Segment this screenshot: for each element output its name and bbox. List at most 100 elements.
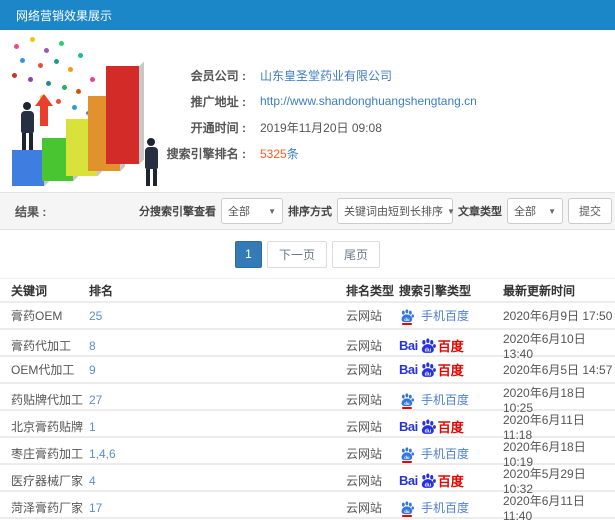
engine-cell: du 手机百度: [399, 391, 503, 409]
baidu-paw-icon: du: [419, 361, 437, 379]
rank-type-cell: 云网站: [346, 420, 383, 434]
rank-cell[interactable]: 4: [89, 474, 346, 488]
engine-view-label: 分搜索引擎查看: [139, 206, 216, 218]
header-updated: 最新更新时间: [503, 283, 576, 298]
baidu-mobile-paw-icon: du: [399, 308, 415, 325]
article-type-label: 文章类型: [458, 206, 502, 218]
svg-text:du: du: [404, 508, 410, 513]
engine-cell: Bai du 百度: [399, 360, 503, 379]
header-keyword: 关键词: [11, 283, 48, 298]
rank-type-cell: 云网站: [346, 363, 383, 377]
baidu-mobile-label: 手机百度: [421, 393, 470, 407]
promo-url-row: 推广地址 : http://www.shandonghuangshengtang…: [128, 88, 477, 114]
svg-text:du: du: [404, 454, 410, 459]
chevron-down-icon: ▼: [268, 206, 276, 216]
sort-label: 排序方式: [288, 206, 332, 218]
rank-type-cell: 云网站: [346, 474, 383, 488]
table-header-row: 关键词 排名 排名类型 搜索引擎类型 最新更新时间: [0, 279, 615, 303]
filter-bar: 结果 : 分搜索引擎查看 全部 ▼ 排序方式 关键词由短到长排序 ▼ 文章类型 …: [0, 192, 615, 230]
page-current[interactable]: 1: [234, 240, 262, 268]
rank-cell[interactable]: 9: [89, 363, 346, 377]
header-engine: 搜索引擎类型: [399, 283, 472, 298]
member-company-link[interactable]: 山东皇圣堂药业有限公司: [260, 67, 392, 84]
sort-select[interactable]: 关键词由短到长排序 ▼: [337, 198, 455, 224]
page-next-button[interactable]: 下一页: [266, 240, 327, 268]
table-body: 膏药OEM 25 云网站 du 手机百度 2020年6月9日 17:50 膏药代…: [0, 303, 615, 520]
keyword-cell: 菏泽膏药厂家: [11, 501, 84, 515]
ranking-count-row: 搜索引擎排名 : 5325条: [128, 140, 477, 166]
table-row: 北京膏药贴牌 1 云网站 Bai du 百度 2020年6月11日 11:18: [0, 411, 615, 442]
keyword-cell: 膏药OEM: [11, 309, 63, 323]
engine-cell: du 手机百度: [399, 307, 503, 325]
baidu-mobile-red-bar: [402, 322, 412, 325]
rank-cell[interactable]: 8: [89, 339, 346, 353]
svg-text:du: du: [404, 400, 410, 405]
updated-time-cell: 2020年6月11日 11:40: [503, 494, 585, 520]
baidu-mobile-badge: du 手机百度: [399, 391, 470, 409]
rank-cell[interactable]: 1: [89, 420, 346, 434]
illustration-bar-blue: [12, 150, 44, 186]
table-row: 医疗器械厂家 4 云网站 Bai du 百度 2020年5月29日 10:32: [0, 465, 615, 496]
svg-text:du: du: [424, 428, 430, 434]
keyword-cell: 北京膏药贴牌: [11, 420, 84, 434]
promo-url-label: 推广地址 :: [190, 94, 246, 109]
baidu-pc-logo: Bai du 百度: [399, 360, 464, 379]
baidu-logo-bai-text: Bai: [399, 362, 418, 377]
svg-text:du: du: [424, 371, 430, 377]
svg-text:du: du: [424, 347, 430, 353]
baidu-logo-bai-text: Bai: [399, 338, 418, 353]
engine-cell: du 手机百度: [399, 499, 503, 517]
baidu-pc-logo: Bai du 百度: [399, 417, 464, 436]
sort-selected: 关键词由短到长排序: [344, 206, 443, 218]
header-rank: 排名: [89, 283, 114, 298]
businessman-figure-left: [18, 102, 36, 150]
baidu-logo-cn-text: 百度: [437, 474, 464, 489]
rank-cell[interactable]: 17: [89, 501, 346, 515]
promo-url-link[interactable]: http://www.shandonghuangshengtang.cn: [260, 94, 477, 108]
baidu-mobile-badge: du 手机百度: [399, 445, 470, 463]
rank-type-cell: 云网站: [346, 447, 383, 461]
submit-button[interactable]: 提交: [568, 198, 612, 224]
engine-view-selected: 全部: [228, 206, 250, 218]
chevron-down-icon: ▼: [548, 206, 556, 216]
rank-cell[interactable]: 1,4,6: [89, 447, 346, 461]
baidu-mobile-label: 手机百度: [421, 501, 470, 515]
pagination: 1 下一页 尾页: [0, 230, 615, 278]
baidu-mobile-badge: du 手机百度: [399, 307, 470, 325]
baidu-mobile-red-bar: [402, 460, 412, 463]
keyword-cell: 医疗器械厂家: [11, 474, 84, 488]
article-type-select[interactable]: 全部 ▼: [507, 198, 563, 224]
keyword-cell: 药贴牌代加工: [11, 393, 84, 407]
baidu-mobile-label: 手机百度: [421, 447, 470, 461]
result-label: 结果 :: [15, 204, 47, 219]
keyword-cell: 膏药代加工: [11, 339, 72, 353]
baidu-mobile-paw-icon: du: [399, 500, 415, 517]
baidu-mobile-paw-icon: du: [399, 392, 415, 409]
header-rank-type: 排名类型: [346, 283, 395, 298]
svg-text:du: du: [404, 316, 410, 321]
rank-cell[interactable]: 25: [89, 309, 346, 323]
member-summary-section: 会员公司 : 山东皇圣堂药业有限公司 推广地址 : http://www.sha…: [0, 30, 615, 192]
filter-controls: 分搜索引擎查看 全部 ▼ 排序方式 关键词由短到长排序 ▼ 文章类型 全部 ▼ …: [139, 198, 612, 224]
page-title: 网络营销效果展示: [16, 8, 113, 23]
baidu-paw-icon: du: [419, 418, 437, 436]
rank-cell[interactable]: 27: [89, 393, 346, 407]
article-type-selected: 全部: [514, 206, 536, 218]
engine-cell: Bai du 百度: [399, 471, 503, 490]
keyword-cell: OEM代加工: [11, 363, 75, 377]
baidu-mobile-label: 手机百度: [421, 309, 470, 323]
table-row: 膏药OEM 25 云网站 du 手机百度 2020年6月9日 17:50: [0, 303, 615, 330]
rank-type-cell: 云网站: [346, 393, 383, 407]
rank-type-cell: 云网站: [346, 309, 383, 323]
baidu-mobile-paw-icon: du: [399, 446, 415, 463]
keyword-ranking-table: 关键词 排名 排名类型 搜索引擎类型 最新更新时间 膏药OEM 25 云网站 d…: [0, 278, 615, 520]
chevron-down-icon: ▼: [447, 206, 455, 216]
svg-text:du: du: [424, 482, 430, 488]
page-last-button[interactable]: 尾页: [332, 240, 381, 268]
updated-time-cell: 2020年6月10日 13:40: [503, 332, 586, 361]
member-info-list: 会员公司 : 山东皇圣堂药业有限公司 推广地址 : http://www.sha…: [128, 62, 477, 166]
engine-view-select[interactable]: 全部 ▼: [221, 198, 283, 224]
member-company-label: 会员公司 :: [190, 68, 246, 83]
updated-time-cell: 2020年6月5日 14:57: [503, 363, 613, 377]
keyword-cell: 枣庄膏药加工: [11, 447, 84, 461]
